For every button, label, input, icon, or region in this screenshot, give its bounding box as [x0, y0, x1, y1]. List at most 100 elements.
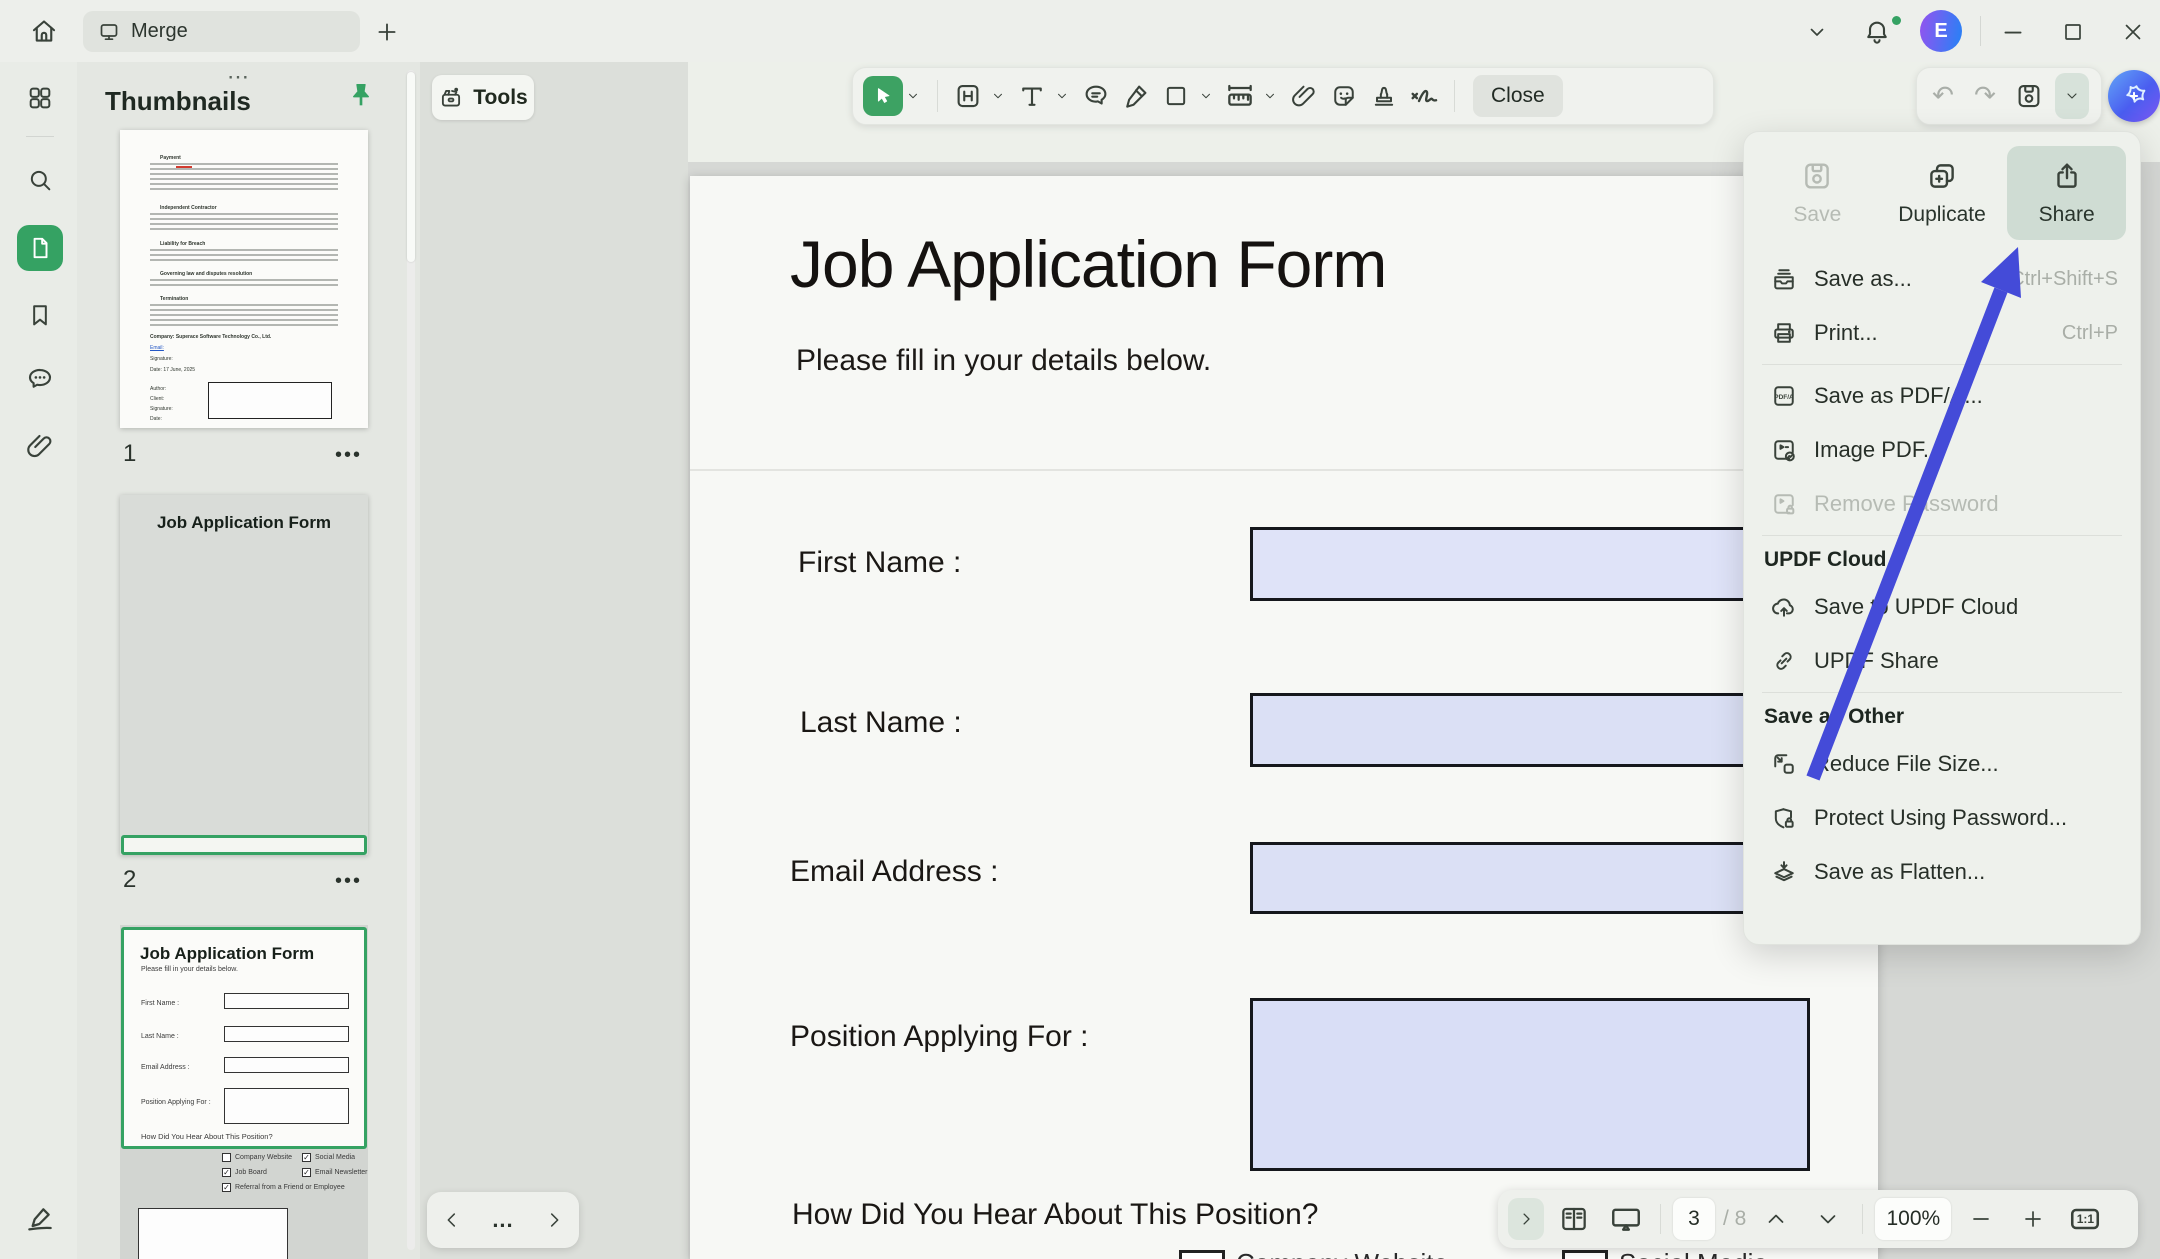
sidebar-item-comments[interactable]	[24, 362, 56, 394]
pager-prev-icon[interactable]	[441, 1209, 463, 1231]
select-tool-chevron-icon[interactable]	[903, 76, 923, 116]
stamp-tool[interactable]	[1364, 76, 1404, 116]
thumbnails-scrollbar-thumb[interactable]	[407, 72, 415, 262]
left-sidebar	[0, 62, 77, 1259]
title-bar: Merge E	[0, 0, 2160, 62]
thumbnails-panel: ⋯ Thumbnails Payment Independent Contrac…	[77, 62, 420, 1259]
menu-item-save-as[interactable]: Save as... Ctrl+Shift+S	[1758, 252, 2126, 306]
tools-button[interactable]: Tools	[432, 75, 534, 120]
updf-window: Merge E	[0, 0, 2160, 1259]
save-options-chevron-icon[interactable]	[2055, 73, 2089, 119]
tab-monitor-icon	[97, 20, 121, 44]
menu-item-image-pdf[interactable]: Image PDF...	[1758, 423, 2126, 477]
text-tool[interactable]	[1012, 76, 1052, 116]
section-header-updf-cloud: UPDF Cloud	[1758, 540, 2126, 580]
close-toolbar-button[interactable]: Close	[1473, 75, 1563, 117]
notification-dot	[1892, 16, 1901, 25]
page-2-more-button[interactable]: •••	[335, 870, 362, 893]
sidebar-item-attachments[interactable]	[24, 430, 56, 462]
select-tool-button[interactable]	[863, 76, 903, 116]
thumb1-red-highlight	[176, 166, 192, 168]
checkbox-checked: ✓	[302, 1168, 311, 1177]
pin-icon[interactable]	[345, 80, 377, 112]
cutoff-checkbox-row: Company Website Social Media	[690, 1248, 1878, 1259]
page-1-more-button[interactable]: •••	[335, 444, 362, 467]
avatar[interactable]: E	[1920, 10, 1962, 52]
maximize-button[interactable]	[2056, 15, 2090, 49]
page-number: 1	[123, 440, 136, 468]
page-number-input[interactable]: 3	[1673, 1198, 1715, 1240]
highlighter-tool[interactable]	[1116, 76, 1156, 116]
duplicate-action-button[interactable]: Duplicate	[1883, 146, 2002, 240]
save-action-button[interactable]: Save	[1758, 146, 1877, 240]
pdf-page[interactable]: Job Application Form Please fill in your…	[690, 176, 1878, 1259]
undo-icon[interactable]: ↶	[1925, 81, 1961, 111]
menu-item-protect-using-password[interactable]: Protect Using Password...	[1758, 791, 2126, 845]
save-icon[interactable]	[2009, 76, 2049, 116]
checkbox-checked: ✓	[302, 1153, 311, 1162]
menu-item-save-as-flatten[interactable]: Save as Flatten...	[1758, 845, 2126, 899]
presentation-mode-icon[interactable]	[1604, 1197, 1648, 1241]
zoom-level-input[interactable]: 100%	[1875, 1198, 1951, 1240]
sidebar-item-grid[interactable]	[24, 82, 56, 114]
sidebar-item-search[interactable]	[24, 164, 56, 196]
edit-heading-tool[interactable]	[948, 76, 988, 116]
signature-tool[interactable]	[1404, 76, 1444, 116]
measure-tool[interactable]	[1220, 76, 1260, 116]
home-button[interactable]	[22, 11, 66, 51]
comment-tool[interactable]	[1076, 76, 1116, 116]
menu-item-save-as-pdfa[interactable]: PDF/A Save as PDF/A...	[1758, 369, 2126, 423]
menu-item-remove-password[interactable]: Remove Password	[1758, 477, 2126, 531]
checkbox-unchecked	[222, 1153, 231, 1162]
menu-item-save-to-updf-cloud[interactable]: Save to UPDF Cloud	[1758, 580, 2126, 634]
text-tool-chevron-icon[interactable]	[1052, 76, 1072, 116]
share-action-button[interactable]: Share	[2007, 146, 2126, 240]
page-number: 2	[123, 866, 136, 894]
checkbox-icon	[1562, 1250, 1608, 1259]
sidebar-item-signature[interactable]	[24, 1202, 56, 1234]
sticker-tool[interactable]	[1324, 76, 1364, 116]
edit-heading-chevron-icon[interactable]	[988, 76, 1008, 116]
menu-item-updf-share[interactable]: UPDF Share	[1758, 634, 2126, 688]
minimize-button[interactable]	[1996, 15, 2030, 49]
quick-actions-bar: ↶ ↷	[1916, 67, 2102, 125]
previous-page-icon[interactable]	[1754, 1197, 1798, 1241]
thumbnail-page-3-current[interactable]: Job Application Form Please fill in your…	[120, 925, 368, 1259]
attachment-tool[interactable]	[1284, 76, 1324, 116]
thumb3-textarea-box	[138, 1208, 288, 1259]
page-thumbnails-icon	[27, 235, 53, 261]
zoom-out-icon[interactable]	[1959, 1197, 2003, 1241]
checkbox-checked: ✓	[222, 1183, 231, 1192]
sidebar-item-bookmarks[interactable]	[24, 299, 56, 331]
thumbnail-page-1[interactable]: Payment Independent Contractor Liability…	[120, 130, 368, 428]
actual-size-icon[interactable]: 1:1	[2063, 1197, 2107, 1241]
close-window-button[interactable]	[2116, 15, 2150, 49]
thumbnail-pager: ...	[427, 1192, 579, 1248]
thumb1-signature-box	[208, 382, 332, 419]
position-applying-field[interactable]	[1250, 998, 1810, 1171]
pager-more-button[interactable]: ...	[492, 1207, 513, 1233]
zoom-in-icon[interactable]	[2011, 1197, 2055, 1241]
new-tab-button[interactable]	[372, 17, 402, 47]
ai-assistant-button[interactable]	[2108, 70, 2160, 122]
next-page-icon[interactable]	[1806, 1197, 1850, 1241]
titlebar-chevron-down-icon[interactable]	[1800, 15, 1834, 49]
document-tab-merge[interactable]: Merge	[83, 11, 360, 52]
sidebar-divider	[26, 136, 54, 137]
notifications-bell-icon[interactable]	[1860, 15, 1894, 49]
tools-panel: Tools ...	[420, 62, 688, 1259]
thumbnail-page-2[interactable]: Job Application Form	[120, 495, 368, 855]
redo-icon[interactable]: ↷	[1967, 81, 2003, 111]
menu-item-reduce-file-size[interactable]: Reduce File Size...	[1758, 737, 2126, 791]
question-heading: How Did You Hear About This Position?	[792, 1198, 1318, 1232]
page-layout-icon[interactable]	[1552, 1197, 1596, 1241]
shapes-tool[interactable]	[1156, 76, 1196, 116]
sidebar-item-thumbnails[interactable]	[17, 225, 63, 271]
menu-item-print[interactable]: Print... Ctrl+P	[1758, 306, 2126, 360]
measure-tool-chevron-icon[interactable]	[1260, 76, 1280, 116]
viewport-indicator-page3: Job Application Form Please fill in your…	[121, 927, 367, 1149]
expand-statusbar-icon[interactable]	[1508, 1198, 1544, 1240]
shapes-tool-chevron-icon[interactable]	[1196, 76, 1216, 116]
pager-next-icon[interactable]	[543, 1209, 565, 1231]
titlebar-divider	[1980, 16, 1981, 46]
